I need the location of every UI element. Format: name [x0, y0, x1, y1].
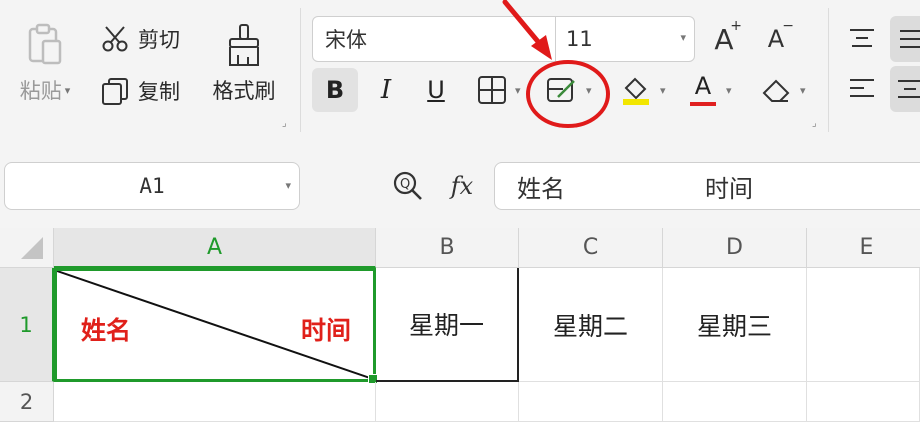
cell-text: 星期三 — [696, 311, 772, 341]
row-label: 2 — [19, 389, 34, 414]
column-header-c[interactable]: C — [519, 228, 663, 268]
annotation-overlay — [502, 0, 610, 128]
cell-text: 星期一 — [408, 311, 484, 340]
column-label: D — [726, 235, 743, 260]
formula-input[interactable]: 姓名 时间 — [494, 162, 920, 210]
chevron-down-icon: ▾ — [285, 179, 291, 192]
insert-function-button[interactable]: fx — [440, 166, 484, 206]
svg-text:Q: Q — [400, 177, 410, 192]
cell-d2[interactable] — [663, 382, 807, 422]
column-label: E — [859, 235, 874, 260]
a1-left-text: 姓名 — [81, 316, 132, 345]
fx-icon: fx — [450, 172, 474, 200]
cell-b2[interactable] — [376, 382, 519, 422]
cell-c1[interactable]: 星期二 — [519, 268, 663, 382]
column-header-d[interactable]: D — [663, 228, 807, 268]
select-all-corner[interactable] — [0, 228, 54, 268]
formula-content-right: 时间 — [705, 174, 753, 203]
cell-e2[interactable] — [807, 382, 920, 422]
column-label: A — [206, 234, 223, 260]
cell-reference: A1 — [139, 174, 165, 198]
cell-d1[interactable]: 星期三 — [663, 268, 807, 382]
cell-a1[interactable]: 姓名 时间 — [54, 268, 376, 382]
row-header-1[interactable]: 1 — [0, 268, 54, 382]
cell-e1[interactable] — [807, 268, 920, 382]
cell-b1[interactable]: 星期一 — [376, 268, 519, 382]
row-label: 1 — [19, 312, 33, 337]
select-all-icon — [21, 237, 43, 259]
spreadsheet-grid: A B C D E 1 2 姓名 时间 星期一 星期二 星期三 — [0, 228, 920, 422]
formula-bar-area: A1 ▾ Q fx 姓名 时间 — [0, 140, 920, 228]
formula-content-left: 姓名 — [517, 174, 565, 203]
zoom-search-icon: Q — [393, 171, 422, 200]
cell-text: 星期二 — [552, 311, 628, 341]
column-header-b[interactable]: B — [376, 228, 519, 268]
a1-right-text: 时间 — [300, 316, 351, 345]
name-box[interactable]: A1 ▾ — [4, 162, 300, 210]
column-header-a[interactable]: A — [54, 228, 376, 268]
cell-a2[interactable] — [54, 382, 376, 422]
column-label: B — [439, 235, 455, 260]
column-label: C — [582, 235, 599, 260]
zoom-search-button[interactable]: Q — [390, 168, 426, 204]
cell-c2[interactable] — [519, 382, 663, 422]
row-header-2[interactable]: 2 — [0, 382, 54, 422]
column-header-e[interactable]: E — [807, 228, 920, 268]
ribbon-toolbar: 粘贴 ▾ 剪切 复制 格式刷 ⌟ 宋体 11 ▾ A + A − B I U ▾… — [0, 0, 920, 140]
